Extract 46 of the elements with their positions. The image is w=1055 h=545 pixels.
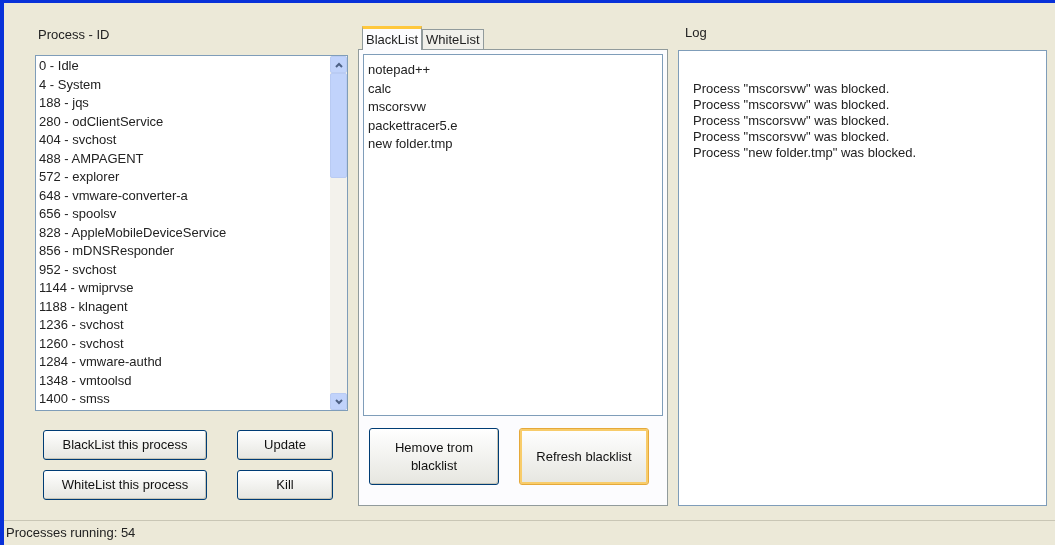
process-item[interactable]: 648 - vmware-converter-a [39,186,188,205]
list-item[interactable]: mscorsvw [368,98,426,117]
scrollbar[interactable] [330,56,347,410]
tab[interactable]: BlackList [362,26,423,50]
process-item[interactable]: 656 - spoolsv [39,205,117,224]
scroll-down-icon[interactable] [330,393,347,410]
process-item[interactable]: 572 - explorer [39,168,120,187]
process-item[interactable]: 1348 - vmtoolsd [39,371,132,390]
scroll-thumb[interactable] [330,73,347,178]
action-button[interactable]: BlackList this process [43,430,207,460]
process-item[interactable]: 488 - AMPAGENT [39,149,144,168]
action-button[interactable]: Refresh blacklist [519,428,649,485]
process-item[interactable]: 856 - mDNSResponder [39,242,175,261]
log-line: Process "mscorsvw" was blocked. [693,97,890,113]
action-button[interactable]: Kill [237,470,333,500]
panel-label: Log [684,24,707,42]
process-item[interactable]: 1284 - vmware-authd [39,353,162,372]
action-button[interactable]: Hemove trom blacklist [369,428,499,485]
process-item[interactable]: 280 - odClientService [39,112,164,131]
list-item[interactable]: calc [368,79,392,98]
tab[interactable]: WhiteList [422,29,484,49]
process-item[interactable]: 1400 - smss [39,390,110,409]
process-item[interactable]: 1260 - svchost [39,334,124,353]
log-line: Process "new folder.tmp" was blocked. [693,145,917,161]
process-item[interactable]: 1236 - svchost [39,316,124,335]
process-item[interactable]: 4 - System [39,75,102,94]
blacklist-list[interactable]: notepad++ calc mscorsvw packettracer5.e new folder.tmp [363,54,663,416]
panel-label: Process - ID [37,26,110,44]
process-item[interactable]: 1144 - wmiprvse [39,279,134,298]
process-item[interactable]: 188 - jqs [39,94,89,113]
log-line: Process "mscorsvw" was blocked. [693,81,890,97]
list-item[interactable]: notepad++ [368,61,431,80]
scroll-up-icon[interactable] [330,56,347,73]
process-list[interactable] [35,55,348,411]
action-button[interactable]: Update [237,430,333,460]
list-item[interactable]: new folder.tmp [368,135,453,154]
status-text: Processes running: 54 [6,524,136,543]
log-line: Process "mscorsvw" was blocked. [693,113,890,129]
process-item[interactable]: 404 - svchost [39,131,117,150]
process-item[interactable]: 1188 - klnagent [39,297,128,316]
process-item[interactable]: 828 - AppleMobileDeviceService [39,223,227,242]
log-line: Process "mscorsvw" was blocked. [693,129,890,145]
action-button[interactable]: WhiteList this process [43,470,207,500]
process-item[interactable]: 952 - svchost [39,260,117,279]
process-item[interactable]: 0 - Idle [39,57,79,76]
list-item[interactable]: packettracer5.e [368,116,458,135]
